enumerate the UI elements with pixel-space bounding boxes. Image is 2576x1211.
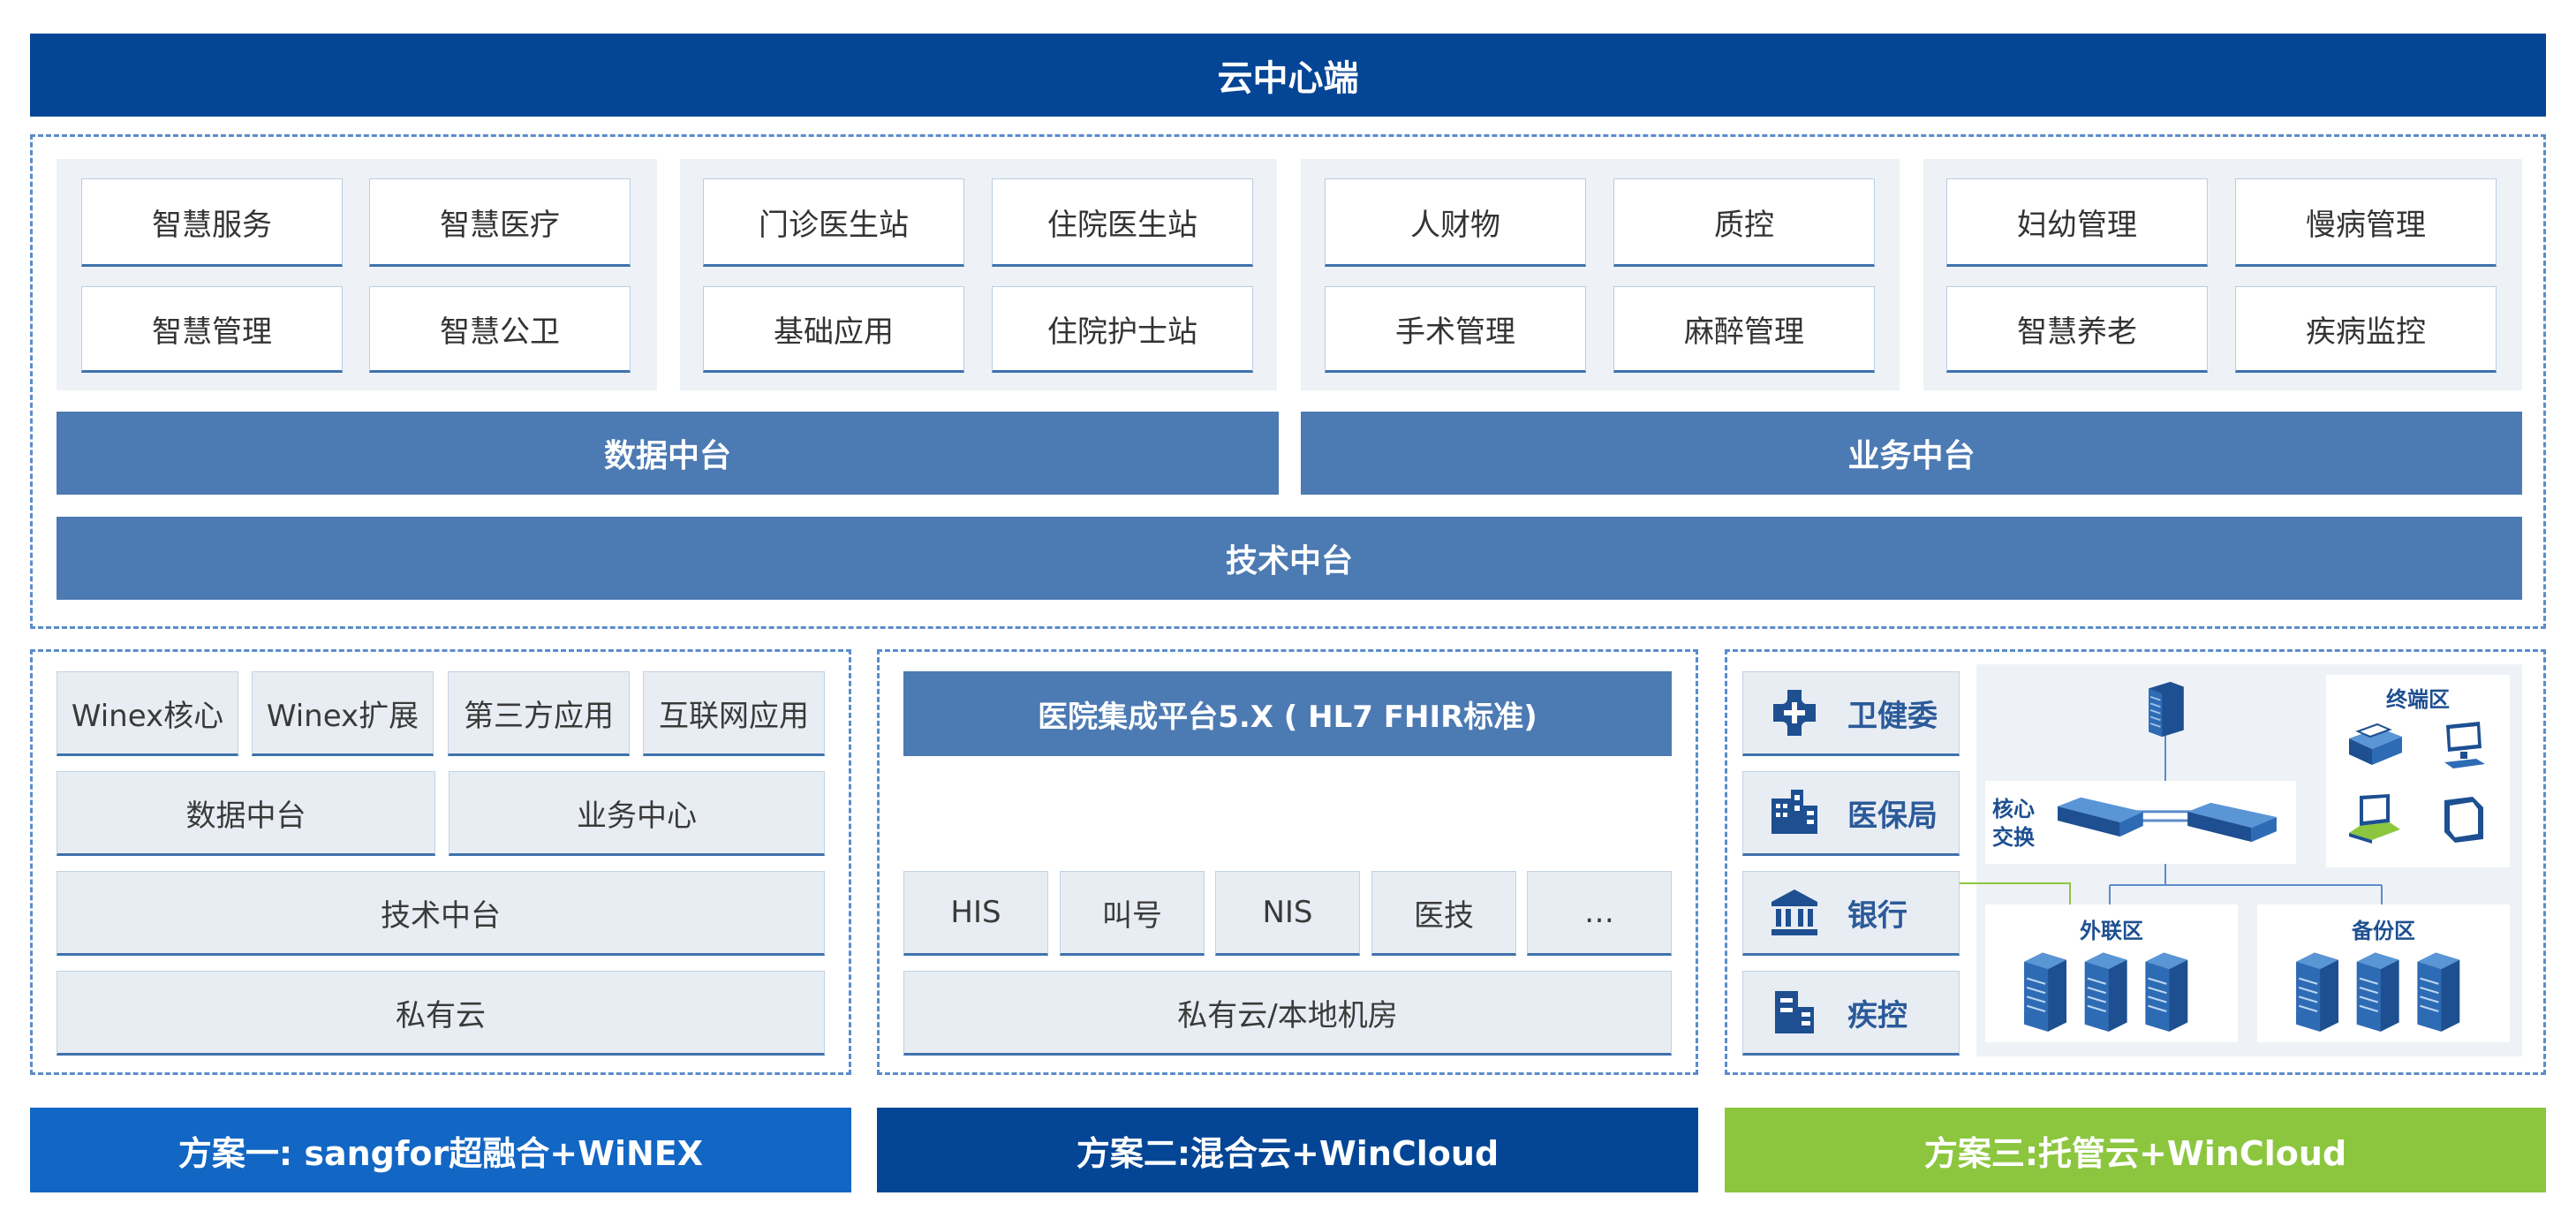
desktop-computer-icon <box>2444 722 2485 768</box>
plan1-footer-label: 方案一: sangfor超融合+WiNEX <box>178 1133 704 1173</box>
tablet-icon <box>2444 797 2483 843</box>
plan2-footer[interactable]: 方案二:混合云+WinCloud <box>877 1108 1698 1192</box>
plan1-footer[interactable]: 方案一: sangfor超融合+WiNEX <box>30 1108 851 1192</box>
core-exchange-label: 核心 交换 <box>1992 795 2045 851</box>
core-exchange-line: 交换 <box>1992 825 2035 850</box>
core-exchange-line: 核心 <box>1992 797 2035 821</box>
server-cluster-icon <box>2024 951 2189 1033</box>
server-cluster-icon <box>2296 951 2461 1033</box>
plan3-footer-label: 方案三:托管云+WinCloud <box>1923 1133 2347 1173</box>
terminal-zone-label: 终端区 <box>2386 687 2450 712</box>
plan2-footer-label: 方案二:混合云+WinCloud <box>1076 1133 1500 1173</box>
external-zone-label: 外联区 <box>2080 919 2143 943</box>
server-rack-icon <box>2149 681 2184 738</box>
plan3-footer[interactable]: 方案三:托管云+WinCloud <box>1725 1108 2546 1192</box>
laptop-icon <box>2349 794 2400 844</box>
network-switch-icon <box>2058 797 2277 843</box>
backup-zone-label: 备份区 <box>2352 919 2415 943</box>
printer-icon <box>2349 723 2402 765</box>
